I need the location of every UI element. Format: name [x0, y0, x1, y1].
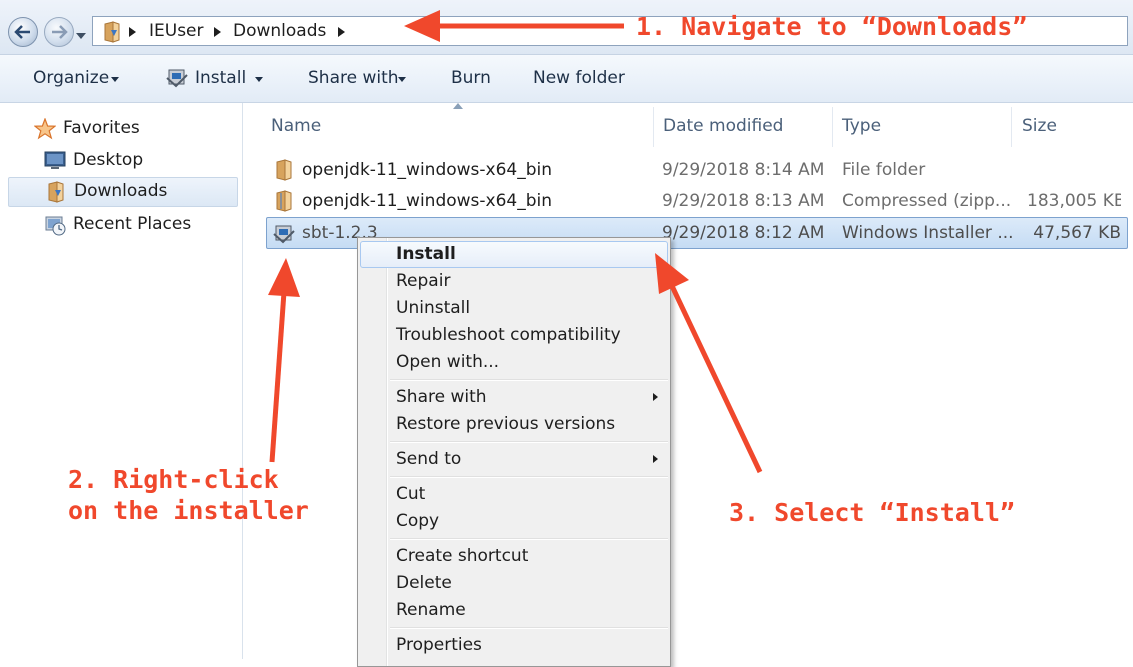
annotation-arrow-3 — [655, 253, 763, 474]
annotation-arrow-1 — [404, 10, 624, 42]
annotation-arrow-2 — [268, 258, 300, 463]
annotation-arrows — [268, 10, 763, 474]
